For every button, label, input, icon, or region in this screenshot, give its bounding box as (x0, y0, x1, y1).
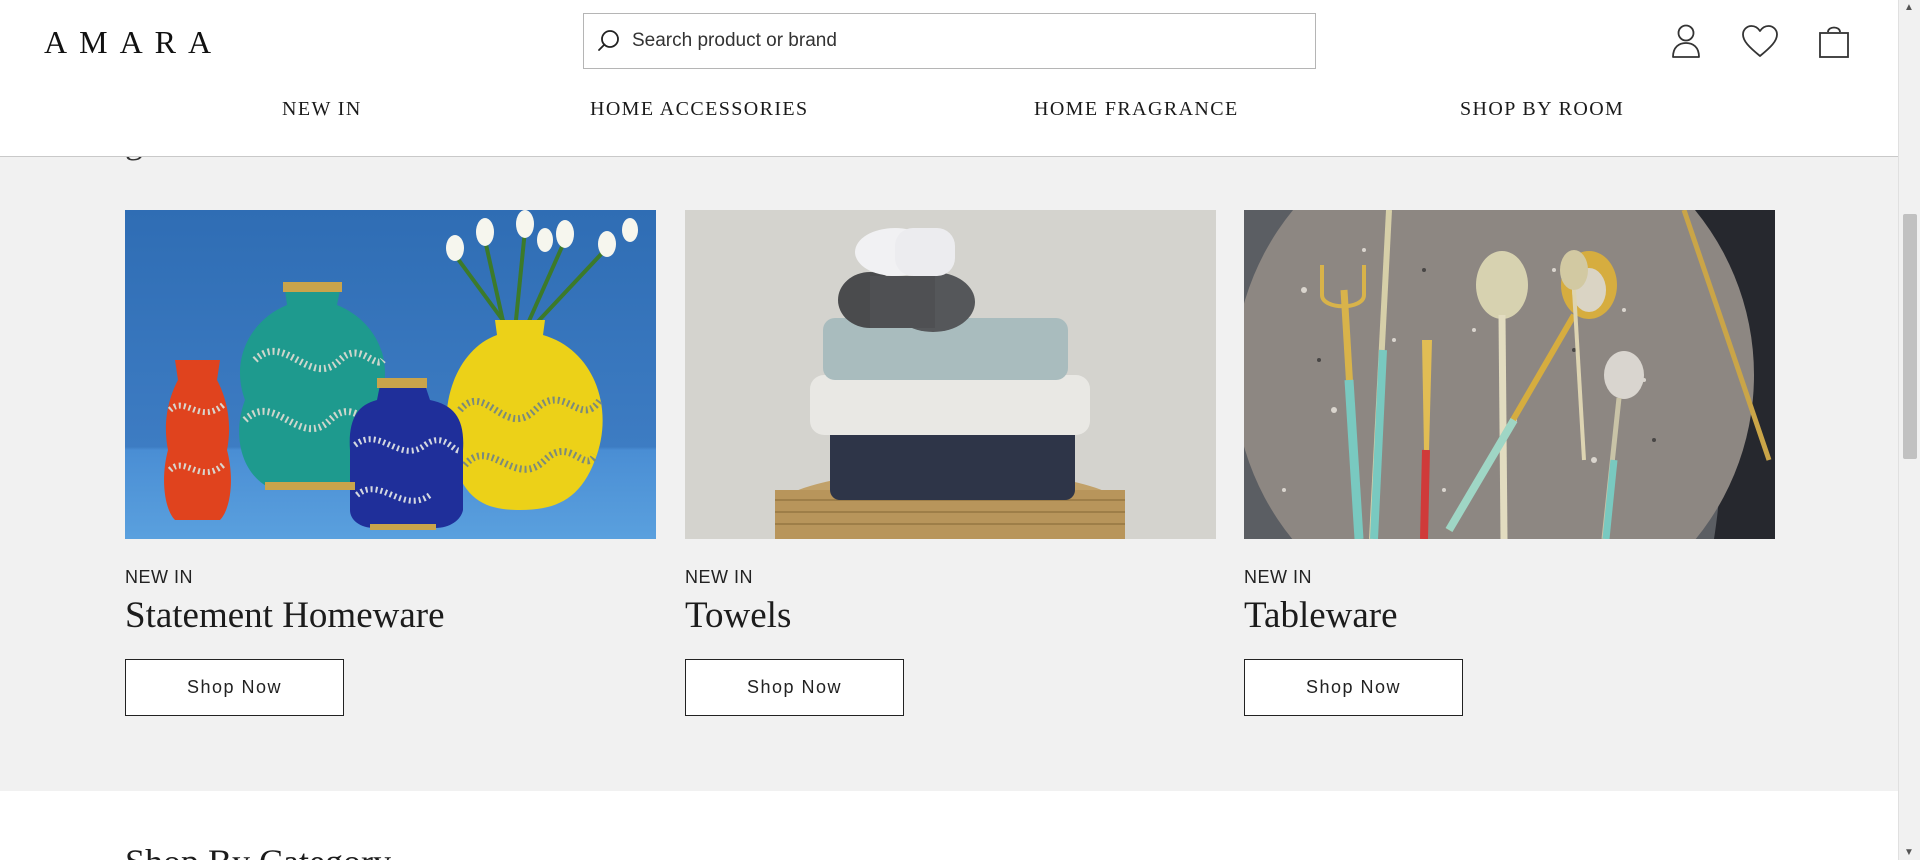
site-header: AMARA NEW IN (0, 0, 1898, 157)
card-title[interactable]: Statement Homeware (125, 594, 656, 637)
search-icon[interactable] (596, 28, 622, 54)
heart-icon[interactable] (1741, 20, 1779, 62)
card-towels: NEW IN Towels Shop Now (685, 210, 1216, 716)
card-kicker: NEW IN (1244, 567, 1312, 587)
statement-homeware-image[interactable] (125, 210, 656, 539)
header-actions (1667, 20, 1853, 62)
card-statement-homeware: NEW IN Statement Homeware Shop Now (125, 210, 656, 716)
nav-item-home-fragrance[interactable]: HOME FRAGRANCE (1034, 98, 1239, 121)
shop-now-button[interactable]: Shop Now (685, 659, 904, 716)
card-kicker: NEW IN (125, 567, 193, 587)
bag-icon[interactable] (1815, 20, 1853, 62)
shop-now-button[interactable]: Shop Now (125, 659, 344, 716)
scrollbar-thumb[interactable] (1903, 214, 1917, 459)
section-heading: Shop By Category (125, 841, 391, 860)
user-icon[interactable] (1667, 20, 1705, 62)
search-input[interactable] (632, 30, 1282, 52)
amara-logo[interactable]: AMARA (44, 24, 223, 61)
card-title[interactable]: Towels (685, 594, 1216, 637)
nav-item-home-accessories[interactable]: HOME ACCESSORIES (590, 98, 809, 121)
card-title[interactable]: Tableware (1244, 594, 1775, 637)
tableware-image[interactable] (1244, 210, 1775, 539)
main-nav: NEW IN HOME ACCESSORIES HOME FRAGRANCE S… (0, 98, 1898, 138)
nav-item-shop-by-room[interactable]: SHOP BY ROOM (1460, 98, 1624, 121)
search-box[interactable] (583, 13, 1316, 69)
page-scrollbar[interactable]: ▲ ▼ (1898, 0, 1920, 860)
nav-item-new-in[interactable]: NEW IN (282, 98, 362, 121)
card-kicker: NEW IN (685, 567, 753, 587)
scroll-down-arrow-icon[interactable]: ▼ (1904, 847, 1914, 858)
towels-image[interactable] (685, 210, 1216, 539)
shop-now-button[interactable]: Shop Now (1244, 659, 1463, 716)
card-tableware: NEW IN Tableware Shop Now (1244, 210, 1775, 716)
scroll-up-arrow-icon[interactable]: ▲ (1904, 2, 1914, 13)
shop-by-category-section: Shop By Category (0, 791, 1898, 860)
